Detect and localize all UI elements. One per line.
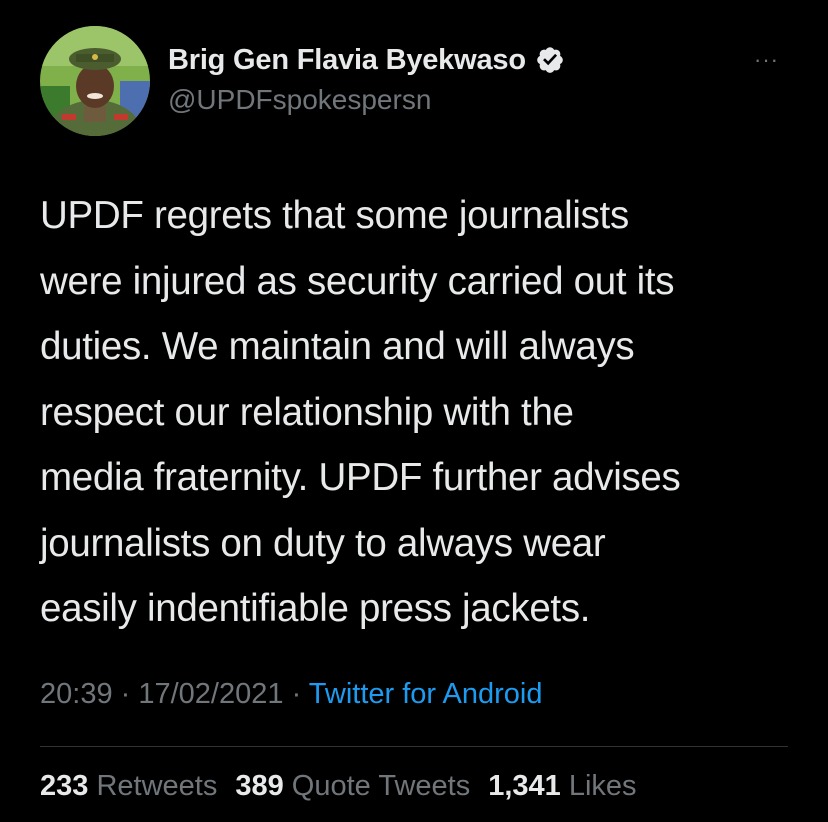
tweet-time[interactable]: 20:39 (40, 678, 113, 710)
retweets-label: Retweets (96, 770, 218, 802)
likes-stat[interactable]: 1,341 Likes (488, 770, 636, 803)
tweet-detail: Brig Gen Flavia Byekwaso @UPDFspokespers… (0, 0, 828, 822)
tweet-date[interactable]: 17/02/2021 (138, 678, 283, 710)
meta-separator: · (112, 678, 139, 710)
tweet-text-line: were injured as security carried out its (40, 259, 675, 303)
quote-tweets-count: 389 (235, 770, 284, 802)
tweet-text-line: duties. We maintain and will always (40, 325, 635, 368)
tweet-text-line: respect our relationship with the (40, 390, 574, 434)
author-handle[interactable]: @UPDFspokespersn (168, 84, 431, 116)
tweet-text-line: journalists on duty to always wear (40, 521, 606, 565)
likes-count: 1,341 (488, 770, 561, 802)
avatar[interactable] (40, 26, 150, 136)
tweet-text-line: UPDF regrets that some journalists (40, 194, 629, 237)
author-name-row[interactable]: Brig Gen Flavia Byekwaso (168, 42, 565, 78)
tweet-text-line: media fraternity. UPDF further advises (40, 456, 681, 499)
retweets-count: 233 (40, 770, 89, 802)
likes-label: Likes (568, 770, 637, 802)
avatar-photo (40, 26, 150, 136)
meta-separator: · (283, 678, 309, 710)
author-display-name[interactable]: Brig Gen Flavia Byekwaso (168, 44, 526, 77)
verified-badge-icon (535, 45, 565, 75)
retweets-stat[interactable]: 233 Retweets (40, 770, 217, 803)
quote-tweets-stat[interactable]: 389 Quote Tweets (235, 770, 470, 803)
divider (40, 746, 788, 747)
tweet-metadata: 20:39 · 17/02/2021 · Twitter for Android (40, 678, 542, 711)
tweet-stats: 233 Retweets 389 Quote Tweets 1,341 Like… (40, 770, 637, 803)
tweet-text: UPDF regrets that some journalists were … (40, 183, 800, 642)
quote-tweets-label: Quote Tweets (291, 770, 471, 802)
more-options-icon[interactable]: ··· (754, 49, 786, 71)
tweet-source-link[interactable]: Twitter for Android (309, 678, 543, 710)
tweet-text-line: easily indentifiable press jackets. (40, 587, 591, 630)
